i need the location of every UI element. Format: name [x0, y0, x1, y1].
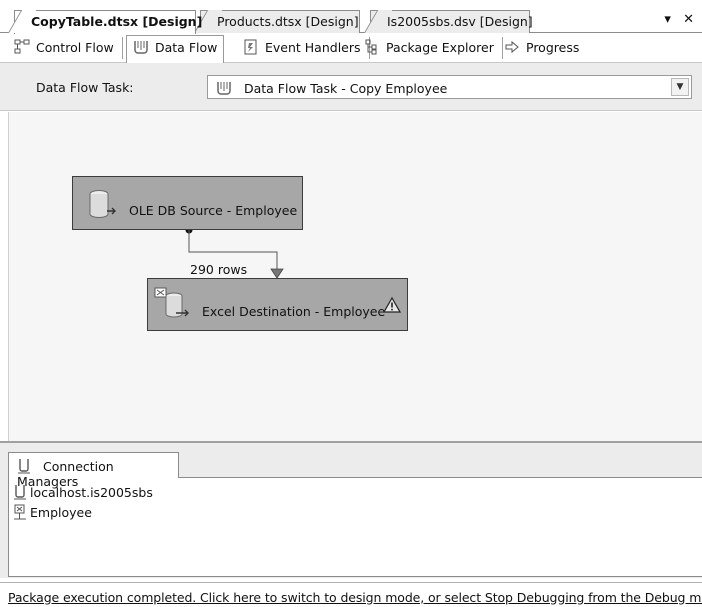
excel-destination-component[interactable]: Excel Destination - Employee — [147, 278, 408, 331]
tab-connection-managers[interactable]: Connection Managers — [8, 452, 179, 489]
data-flow-path — [185, 226, 284, 279]
data-flow-icon — [134, 41, 148, 54]
switch-to-design-mode-link[interactable]: Package execution completed. Click here … — [8, 590, 702, 605]
tab-event-handlers[interactable]: Event Handlers — [237, 36, 370, 60]
database-source-icon — [89, 190, 116, 218]
ole-db-source-label: OLE DB Source - Employee — [129, 203, 298, 218]
data-flow-icon — [217, 82, 231, 95]
package-explorer-icon — [365, 39, 377, 55]
data-flow-task-select[interactable]: Data Flow Task - Copy Employee ▼ — [207, 75, 692, 99]
tab-progress-label: Progress — [526, 40, 580, 55]
list-item[interactable]: Employee — [13, 502, 702, 522]
tab-data-flow[interactable]: Data Flow — [126, 35, 225, 63]
tab-package-explorer-label: Package Explorer — [386, 40, 494, 55]
task-selector-label: Data Flow Task: — [36, 80, 134, 95]
excel-destination-icon — [154, 287, 189, 318]
doc-tab-products-dtsx[interactable]: Products.dtsx [Design] — [200, 10, 360, 33]
tab-package-explorer[interactable]: Package Explorer — [358, 36, 503, 60]
close-icon[interactable]: ✕ — [683, 12, 698, 27]
window-controls: ▾ ✕ — [664, 12, 698, 27]
connection-name: Employee — [30, 504, 92, 520]
path-row-count: 290 rows — [190, 262, 248, 277]
doc-tab-copytable-dtsx[interactable]: CopyTable.dtsx [Design] — [14, 10, 202, 34]
window-dropdown-icon[interactable]: ▾ — [664, 12, 675, 27]
data-flow-task-value: Data Flow Task - Copy Employee — [243, 81, 448, 96]
connection-managers-panel: Connection Managers localhost.is2005sbs … — [0, 441, 702, 578]
tab-progress[interactable]: Progress — [498, 36, 585, 60]
list-item[interactable]: localhost.is2005sbs — [13, 482, 702, 502]
tab-data-flow-label: Data Flow — [155, 40, 218, 55]
tab-event-handlers-label: Event Handlers — [265, 40, 361, 55]
tab-control-flow[interactable]: Control Flow — [8, 36, 123, 60]
connection-managers-icon — [18, 459, 30, 474]
data-flow-canvas[interactable]: OLE DB Source - Employee 290 rows Excel … — [8, 112, 702, 441]
execution-status-bar: Package execution completed. Click here … — [0, 582, 702, 607]
task-selector-row: Data Flow Task: Data Flow Task - Copy Em… — [0, 63, 702, 111]
designer-tab-bar: Control Flow Data Flow Event Handlers Pa… — [0, 33, 702, 63]
control-flow-icon — [14, 39, 30, 54]
event-handlers-icon — [244, 39, 257, 55]
tab-control-flow-label: Control Flow — [36, 40, 114, 55]
excel-connection-icon — [14, 504, 26, 520]
document-tab-strip: Is2005sbs.dsv [Design] Products.dtsx [De… — [0, 0, 702, 34]
doc-tab-is2005sbs-dsv[interactable]: Is2005sbs.dsv [Design] — [370, 10, 533, 33]
excel-destination-label: Excel Destination - Employee — [202, 304, 386, 319]
chevron-down-icon[interactable]: ▼ — [671, 78, 689, 96]
ole-db-source-component[interactable]: OLE DB Source - Employee — [72, 176, 303, 230]
connection-managers-list: localhost.is2005sbs Employee — [8, 477, 702, 577]
warning-triangle-icon[interactable] — [383, 297, 401, 313]
progress-arrow-icon — [505, 40, 519, 54]
